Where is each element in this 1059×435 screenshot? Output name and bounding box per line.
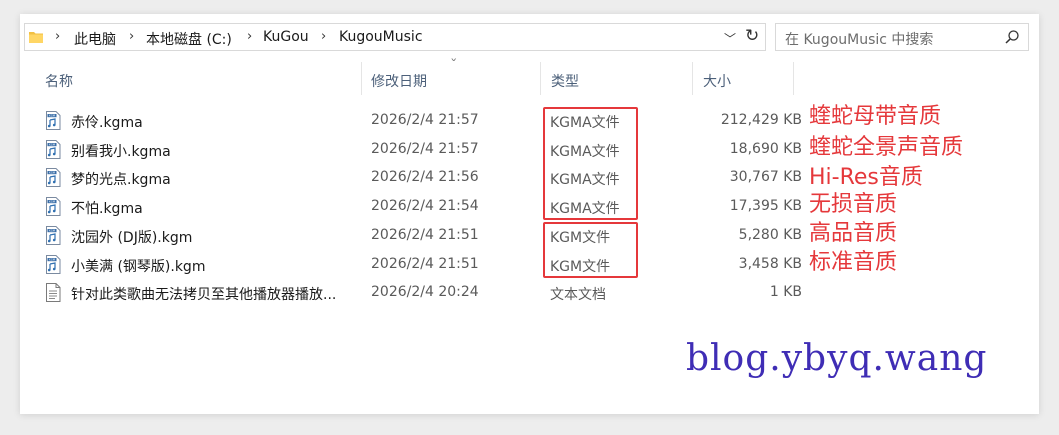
file-name: 赤伶.kgma xyxy=(71,115,143,131)
kgm-audio-icon: KGM xyxy=(45,168,61,188)
chevron-right-icon: › xyxy=(129,29,135,44)
file-row[interactable]: KGM 不怕.kgma 2026/2/4 21:54 KGMA文件 17,395 KB xyxy=(42,193,802,221)
sort-caret-icon: ˅ xyxy=(449,57,458,70)
kgm-audio-icon: KGM xyxy=(45,139,61,159)
file-row[interactable]: KGM 梦的光点.kgma 2026/2/4 21:56 KGMA文件 30,767 K… xyxy=(42,164,802,192)
file-row[interactable]: KGM 赤伶.kgma 2026/2/4 21:57 KGMA文件 212,429 KB xyxy=(42,107,802,135)
file-explorer-window: › 此电脑 › 本地磁盘 (C:) › KuGou › KugouMusic ﹀… xyxy=(20,14,1039,414)
svg-text:KGM: KGM xyxy=(49,114,55,118)
file-size: 212,429 KB xyxy=(720,112,802,128)
refresh-icon[interactable]: ↻ xyxy=(745,26,759,46)
svg-text:KGM: KGM xyxy=(49,142,55,146)
file-date: 2026/2/4 21:56 xyxy=(371,169,479,186)
file-name: 沈园外 (DJ版).kgm xyxy=(71,229,193,246)
file-size: 30,767 KB xyxy=(729,169,802,186)
breadcrumb-kugou[interactable]: KuGou xyxy=(263,29,309,45)
file-date: 2026/2/4 21:51 xyxy=(371,255,479,272)
column-header-date[interactable]: 修改日期 xyxy=(371,71,427,91)
address-bar[interactable]: › 此电脑 › 本地磁盘 (C:) › KuGou › KugouMusic ﹀… xyxy=(24,23,766,51)
column-header-name[interactable]: 名称 xyxy=(45,71,73,91)
chevron-right-icon: › xyxy=(321,29,327,44)
search-placeholder[interactable]: 在 KugouMusic 中搜索 xyxy=(785,29,933,49)
svg-text:KGM: KGM xyxy=(49,228,55,232)
file-name: 小美满 (钢琴版).kgm xyxy=(71,258,206,275)
kgm-audio-icon: KGM xyxy=(45,225,61,245)
file-date: 2026/2/4 21:57 xyxy=(371,140,479,157)
kgm-highlight-box xyxy=(543,222,638,278)
file-name: 梦的光点.kgma xyxy=(71,172,171,189)
breadcrumb-this-pc[interactable]: 此电脑 xyxy=(74,29,116,49)
column-divider[interactable] xyxy=(793,62,794,95)
kgm-audio-icon: KGM xyxy=(45,254,61,274)
file-row[interactable]: 针对此类歌曲无法拷贝至其他播放器播放... 2026/2/4 20:24 文本文档 1… xyxy=(42,279,802,307)
file-row[interactable]: KGM 沈园外 (DJ版).kgm 2026/2/4 21:51 KGM文件 5,280… xyxy=(42,222,802,250)
watermark-text: blog.ybyq.wang xyxy=(686,338,988,379)
column-header-type[interactable]: 类型 xyxy=(551,71,579,91)
svg-text:KGM: KGM xyxy=(49,200,55,204)
chevron-right-icon: › xyxy=(55,29,61,44)
file-size: 1 KB xyxy=(769,284,802,301)
file-date: 2026/2/4 21:54 xyxy=(371,198,479,215)
file-date: 2026/2/4 20:24 xyxy=(371,284,479,301)
column-divider[interactable] xyxy=(540,62,541,95)
svg-text:KGM: KGM xyxy=(49,171,55,175)
search-icon[interactable] xyxy=(1004,29,1020,45)
kgm-audio-icon: KGM xyxy=(45,197,61,217)
file-row[interactable]: KGM 小美满 (钢琴版).kgm 2026/2/4 21:51 KGM文件 3,458… xyxy=(42,251,802,279)
quality-label: Hi-Res音质 xyxy=(809,165,923,190)
folder-icon xyxy=(29,32,43,43)
file-size: 3,458 KB xyxy=(738,255,802,272)
file-name: 不怕.kgma xyxy=(71,201,143,218)
file-type: 文本文档 xyxy=(550,287,606,304)
chevron-down-icon[interactable]: ﹀ xyxy=(724,30,736,47)
quality-label: 标准音质 xyxy=(809,250,898,275)
file-size: 5,280 KB xyxy=(738,226,802,243)
chevron-right-icon: › xyxy=(247,29,253,44)
column-divider[interactable] xyxy=(692,62,693,95)
breadcrumb-local-disk[interactable]: 本地磁盘 (C:) xyxy=(146,29,232,49)
quality-label: 高品音质 xyxy=(809,221,898,246)
quality-label: 无损音质 xyxy=(809,192,898,217)
kgma-highlight-box xyxy=(543,107,638,220)
file-date: 2026/2/4 21:51 xyxy=(371,226,479,243)
text-document-icon xyxy=(45,283,61,303)
column-header-size[interactable]: 大小 xyxy=(703,71,731,91)
file-name: 针对此类歌曲无法拷贝至其他播放器播放... xyxy=(71,287,337,304)
file-date: 2026/2/4 21:57 xyxy=(371,112,479,128)
quality-label: 蝰蛇全景声音质 xyxy=(809,135,964,160)
search-box[interactable]: 在 KugouMusic 中搜索 xyxy=(775,23,1029,51)
kgm-audio-icon: KGM xyxy=(45,111,61,130)
file-size: 17,395 KB xyxy=(729,198,802,215)
column-divider[interactable] xyxy=(361,62,362,95)
svg-text:KGM: KGM xyxy=(49,257,55,261)
file-size: 18,690 KB xyxy=(729,140,802,157)
file-name: 别看我小.kgma xyxy=(71,143,171,160)
quality-label: 蝰蛇母带音质 xyxy=(809,104,942,129)
file-row[interactable]: KGM 别看我小.kgma 2026/2/4 21:57 KGMA文件 18,690 K… xyxy=(42,136,802,164)
breadcrumb-kugoumusic[interactable]: KugouMusic xyxy=(339,29,423,45)
